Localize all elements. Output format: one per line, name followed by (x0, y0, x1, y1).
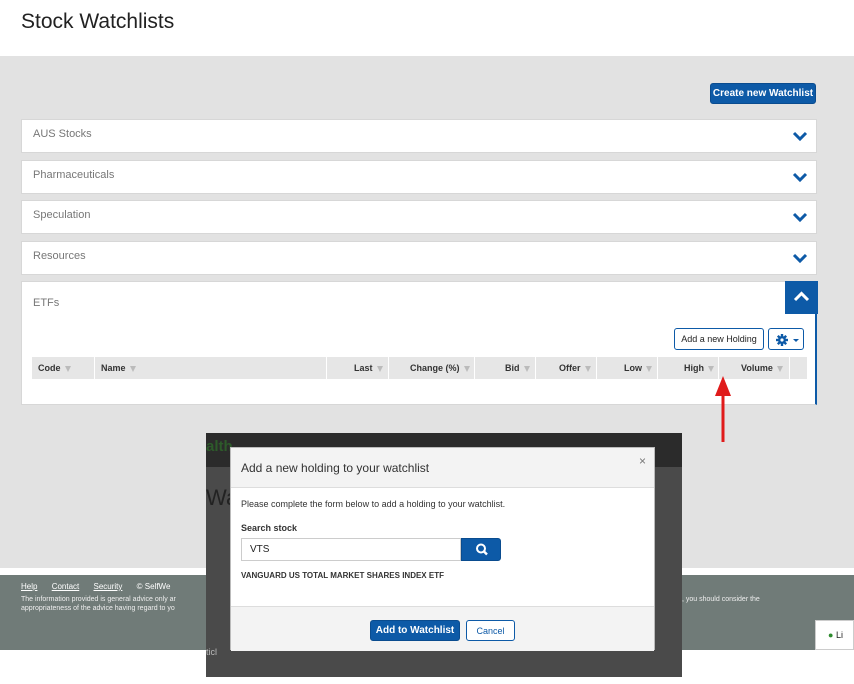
collapse-etfs-button[interactable] (785, 281, 818, 314)
column-header-change[interactable]: Change (%) (410, 357, 470, 379)
modal-footer: Add to Watchlist Cancel (231, 606, 654, 651)
holdings-table-header: Code Name Last Change (%) Bid Offer Low … (32, 357, 807, 379)
cancel-button[interactable]: Cancel (466, 620, 515, 641)
chevron-down-icon[interactable] (792, 169, 808, 185)
add-holding-button[interactable]: Add a new Holding (674, 328, 764, 350)
chevron-down-icon[interactable] (792, 250, 808, 266)
footer-link-help[interactable]: Help (21, 582, 37, 591)
search-icon (476, 543, 488, 556)
gear-icon (776, 334, 799, 346)
footer-copyright: © SelfWe (136, 582, 171, 591)
add-to-watchlist-button[interactable]: Add to Watchlist (370, 620, 460, 641)
add-holding-modal: Add a new holding to your watchlist × Pl… (230, 447, 655, 651)
search-button[interactable] (461, 538, 501, 561)
footer-disclaimer: appropriateness of the advice having reg… (21, 605, 175, 612)
chat-label: Li (835, 630, 843, 640)
column-header-last[interactable]: Last (354, 357, 383, 379)
column-header-bid[interactable]: Bid (505, 357, 530, 379)
watchlist-label: Speculation (33, 209, 91, 221)
watchlist-label: ETFs (33, 297, 60, 309)
watchlist-panel-aus-stocks[interactable]: AUS Stocks (21, 119, 817, 153)
close-icon[interactable]: × (639, 454, 646, 468)
footer-disclaimer: The information provided is general advi… (21, 596, 176, 603)
create-watchlist-button[interactable]: Create new Watchlist (710, 83, 816, 104)
column-header-name[interactable]: Name (101, 357, 136, 379)
column-header-high[interactable]: High (684, 357, 714, 379)
search-stock-label: Search stock (241, 523, 298, 533)
backdrop-side-fragment: ticl (206, 647, 217, 657)
watchlist-label: Pharmaceuticals (33, 169, 115, 181)
footer-links: Help Contact Security © SelfWe (21, 582, 170, 591)
modal-header: Add a new holding to your watchlist × (231, 448, 654, 488)
modal-instructions: Please complete the form below to add a … (241, 499, 506, 509)
watchlist-panel-pharmaceuticals[interactable]: Pharmaceuticals (21, 160, 817, 194)
chat-icon: ● (828, 630, 834, 640)
settings-dropdown-button[interactable] (768, 328, 804, 350)
search-result-item[interactable]: VANGUARD US TOTAL MARKET SHARES INDEX ET… (241, 571, 444, 580)
chevron-down-icon[interactable] (792, 128, 808, 144)
annotation-arrow-icon (715, 376, 731, 442)
footer-link-security[interactable]: Security (94, 582, 123, 591)
chevron-up-icon (793, 291, 810, 302)
column-header-low[interactable]: Low (624, 357, 652, 379)
page-header: Stock Watchlists (0, 0, 854, 56)
search-stock-input[interactable] (241, 538, 461, 561)
column-header-volume[interactable]: Volume (741, 357, 783, 379)
backdrop-brand-fragment: alth (206, 438, 233, 455)
watchlist-panel-speculation[interactable]: Speculation (21, 200, 817, 234)
watchlist-label: Resources (33, 250, 86, 262)
chevron-down-icon[interactable] (792, 209, 808, 225)
footer-link-contact[interactable]: Contact (52, 582, 80, 591)
page-title: Stock Watchlists (21, 10, 175, 33)
watchlist-panel-resources[interactable]: Resources (21, 241, 817, 275)
modal-title: Add a new holding to your watchlist (241, 461, 430, 475)
column-header-code[interactable]: Code (38, 357, 71, 379)
watchlist-label: AUS Stocks (33, 128, 92, 140)
column-header-offer[interactable]: Offer (559, 357, 591, 379)
live-chat-tab[interactable]: ● Li (815, 620, 854, 650)
footer-disclaimer: , you should consider the (682, 596, 760, 603)
